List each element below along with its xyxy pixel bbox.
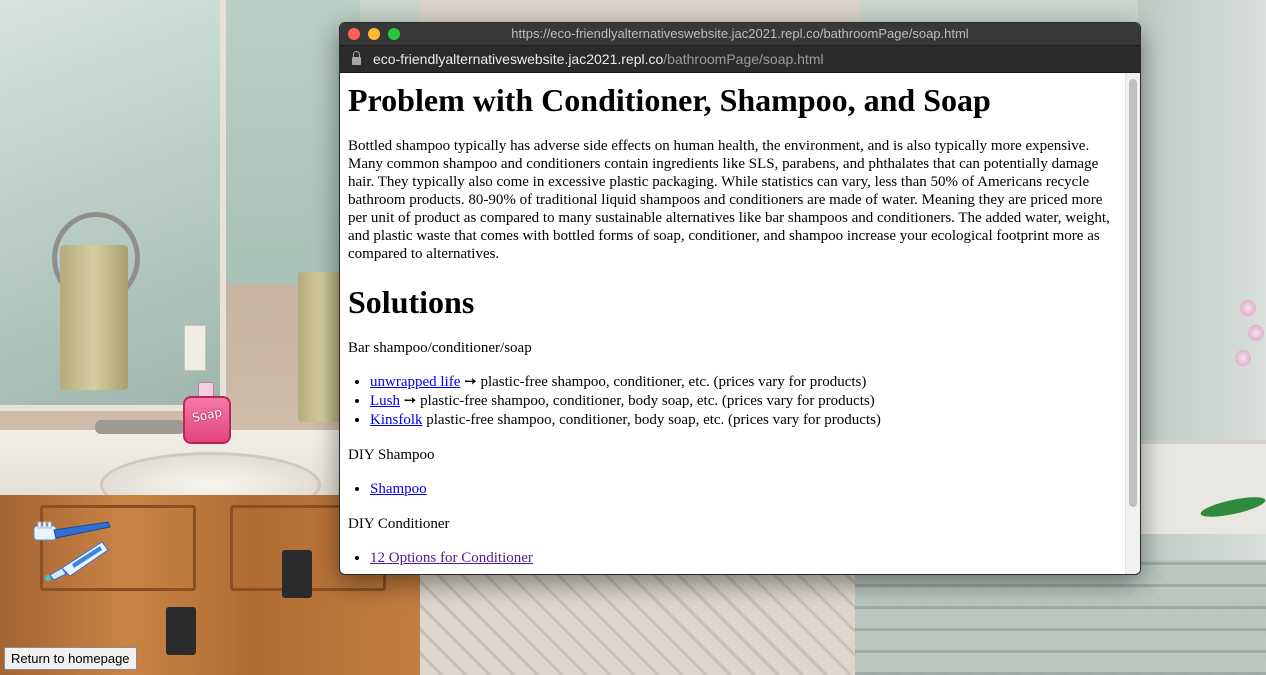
conditioner-options-link[interactable]: 12 Options for Conditioner	[370, 550, 533, 566]
bar-links-list: unwrapped life ➙ plastic-free shampoo, c…	[348, 373, 1118, 430]
address-bar[interactable]: eco-friendlyalternativeswebsite.jac2021.…	[340, 46, 1140, 73]
bar-section-label: Bar shampoo/conditioner/soap	[348, 340, 532, 356]
solutions-heading: Solutions	[348, 284, 475, 320]
return-to-homepage-button[interactable]: Return to homepage	[4, 647, 137, 670]
bathtub	[1140, 440, 1266, 534]
window-title: https://eco-friendlyalternativeswebsite.…	[511, 26, 969, 41]
page-content: Problem with Conditioner, Shampoo, and S…	[340, 73, 1126, 574]
list-item: Lush ➙ plastic-free shampoo, conditioner…	[370, 392, 1118, 411]
vertical-scrollbar[interactable]	[1125, 73, 1140, 574]
window-frame	[420, 0, 860, 22]
toothbrush-toothpaste-icon	[33, 521, 111, 581]
list-item-text: plastic-free shampoo, conditioner, body …	[422, 412, 881, 428]
cabinet-handle	[282, 550, 312, 598]
lush-link[interactable]: Lush	[370, 393, 400, 409]
popup-window: https://eco-friendlyalternativeswebsite.…	[339, 22, 1141, 575]
url-path: /bathroomPage/soap.html	[663, 51, 824, 67]
orchid-flower	[1240, 300, 1256, 316]
problem-heading: Problem with Conditioner, Shampoo, and S…	[348, 82, 991, 118]
list-item-text: ➙ plastic-free shampoo, conditioner, etc…	[460, 374, 867, 390]
soap-dispenser-icon[interactable]: Soap	[180, 382, 232, 444]
list-item: unwrapped life ➙ plastic-free shampoo, c…	[370, 373, 1118, 392]
list-item-text: ➙ plastic-free shampoo, conditioner, bod…	[400, 393, 875, 409]
cabinet-handle	[166, 607, 196, 655]
faucet	[95, 420, 185, 434]
scrollbar-thumb[interactable]	[1129, 79, 1137, 507]
list-item: Kinsfolk plastic-free shampoo, condition…	[370, 411, 1118, 430]
problem-paragraph: Bottled shampoo typically has adverse si…	[348, 138, 1110, 262]
wall-outlet	[184, 325, 206, 371]
unwrapped-life-link[interactable]: unwrapped life	[370, 374, 460, 390]
title-bar: https://eco-friendlyalternativeswebsite.…	[340, 23, 1140, 46]
towel	[60, 245, 128, 390]
list-item: 12 Options for Conditioner	[370, 549, 1118, 568]
kinsfolk-link[interactable]: Kinsfolk	[370, 412, 423, 428]
list-item: Shampoo	[370, 480, 1118, 499]
diy-shampoo-label: DIY Shampoo	[348, 447, 435, 463]
orchid-flower	[1248, 325, 1264, 341]
diy-conditioner-list: 12 Options for Conditioner	[348, 549, 1118, 568]
orchid-flower	[1235, 350, 1251, 366]
url-host: eco-friendlyalternativeswebsite.jac2021.…	[373, 51, 664, 67]
lock-icon	[352, 51, 361, 65]
diy-conditioner-label: DIY Conditioner	[348, 516, 450, 532]
toothbrush-icon[interactable]	[32, 520, 112, 582]
diy-shampoo-list: Shampoo	[348, 480, 1118, 499]
shampoo-link[interactable]: Shampoo	[370, 481, 427, 497]
